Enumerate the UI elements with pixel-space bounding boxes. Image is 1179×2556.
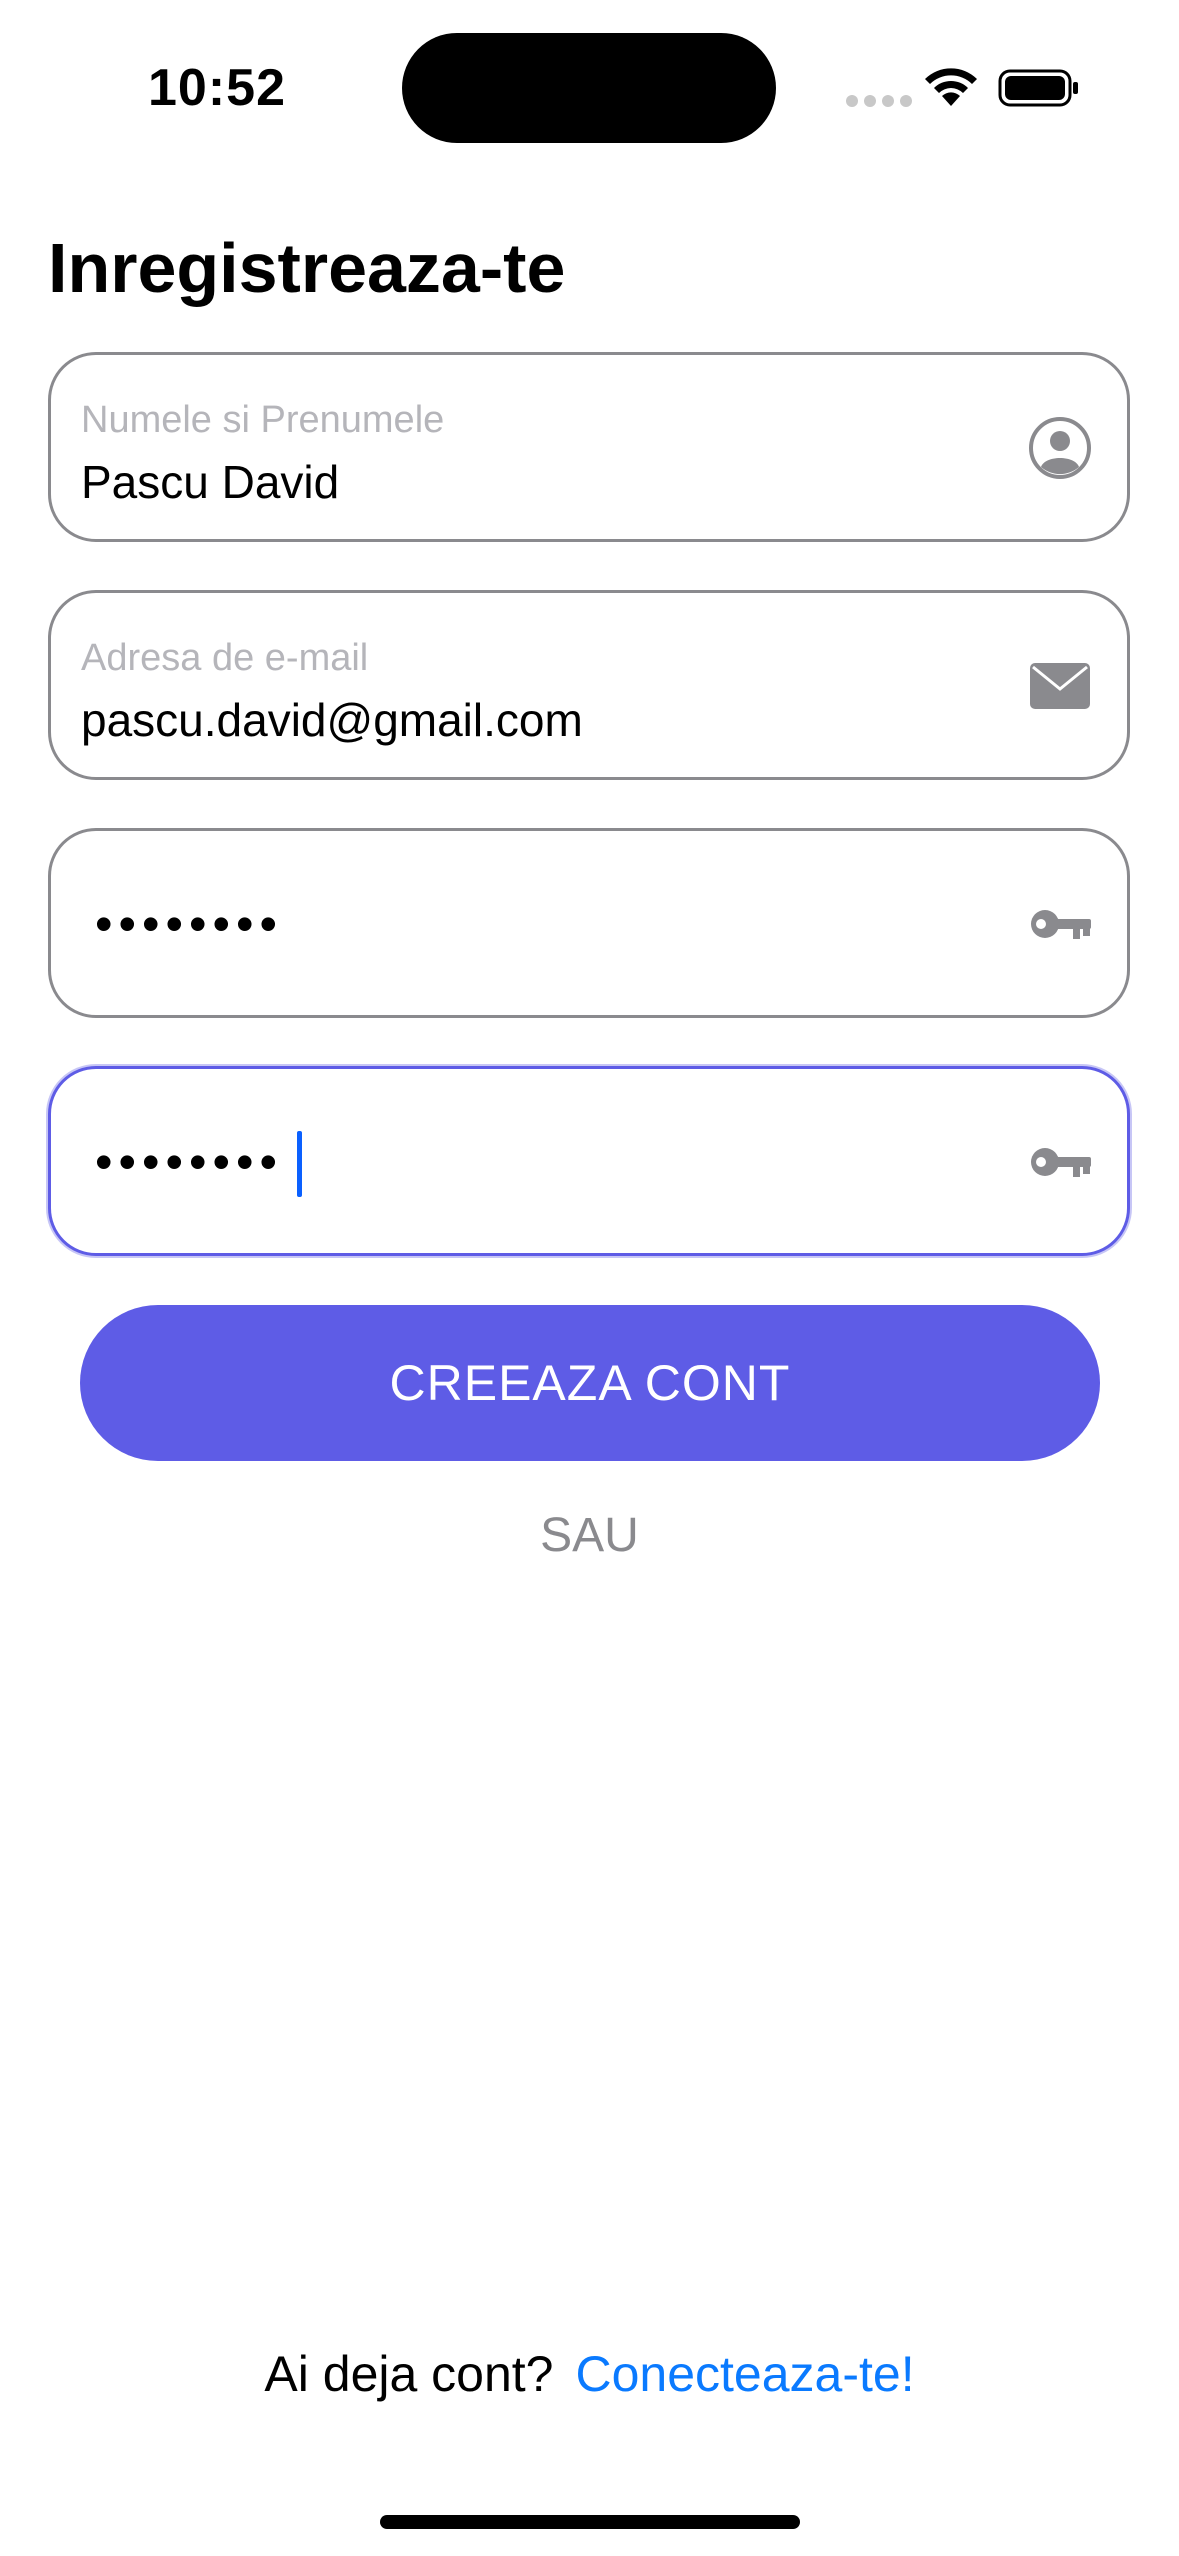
password-masked-value: •••••••• [95, 896, 284, 952]
login-prompt-text: Ai deja cont? [264, 2346, 554, 2402]
email-value: pascu.david@gmail.com [81, 694, 583, 746]
email-field[interactable]: Adresa de e-mail pascu.david@gmail.com [48, 590, 1130, 780]
page-title: Inregistreaza-te [48, 229, 566, 307]
login-link[interactable]: Conecteaza-te! [576, 2346, 915, 2402]
status-time: 10:52 [148, 59, 286, 117]
create-account-button[interactable]: CREEAZA CONT [80, 1305, 1100, 1461]
confirm-password-masked-value: •••••••• [95, 1134, 284, 1190]
person-circle-icon [1029, 417, 1091, 479]
full-name-value: Pascu David [81, 456, 340, 508]
password-field[interactable]: •••••••• [48, 828, 1130, 1018]
confirm-password-field[interactable]: •••••••• [48, 1066, 1130, 1256]
home-indicator[interactable] [380, 2515, 800, 2529]
status-bar: 10:52 [0, 0, 1179, 170]
wifi-icon [925, 68, 977, 106]
text-cursor [297, 1131, 302, 1197]
dynamic-island [402, 33, 776, 143]
full-name-field[interactable]: Numele si Prenumele Pascu David [48, 352, 1130, 542]
cellular-signal-icon [846, 95, 912, 107]
battery-icon [998, 69, 1078, 107]
email-label: Adresa de e-mail [81, 637, 369, 679]
or-separator: SAU [540, 1509, 639, 1562]
key-icon [1031, 910, 1091, 939]
login-prompt-row: Ai deja cont? Conecteaza-te! [0, 2345, 1179, 2403]
envelope-icon [1030, 663, 1090, 709]
full-name-label: Numele si Prenumele [81, 399, 445, 441]
key-icon [1031, 1148, 1091, 1177]
